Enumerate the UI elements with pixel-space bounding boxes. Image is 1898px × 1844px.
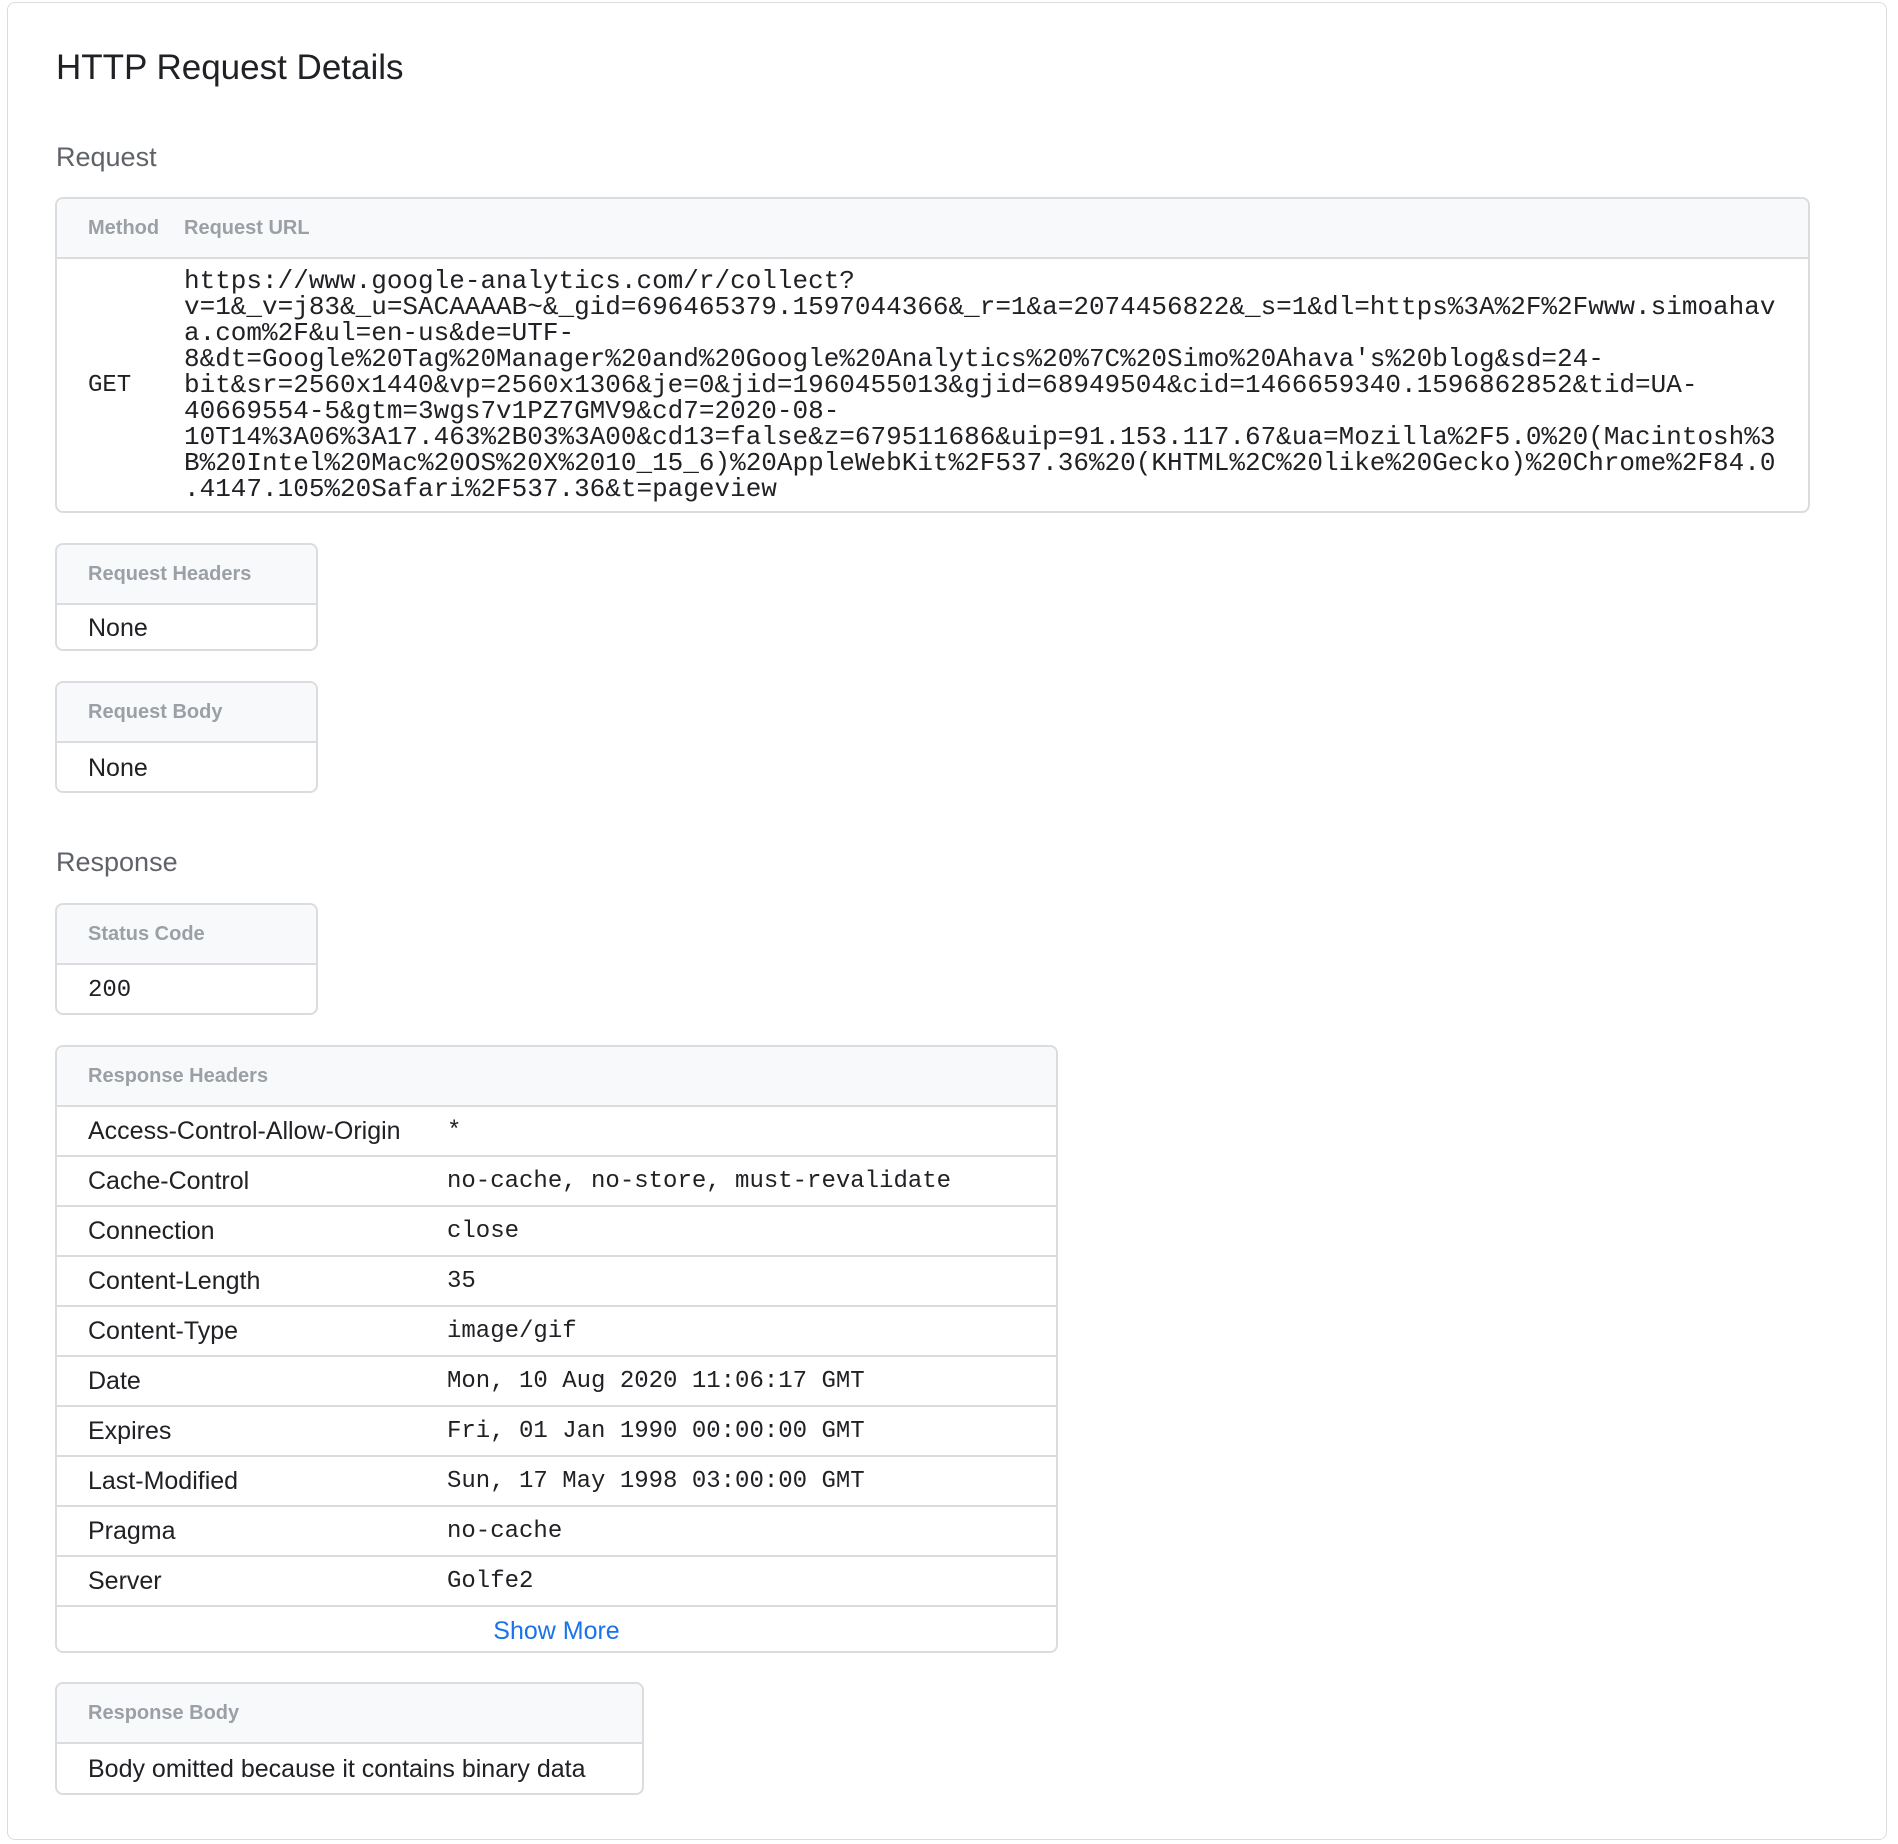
header-value: * <box>447 1117 462 1145</box>
response-headers-label: Response Headers <box>57 1047 1056 1107</box>
response-body-value: Body omitted because it contains binary … <box>88 1755 586 1783</box>
header-value: Fri, 01 Jan 1990 00:00:00 GMT <box>447 1417 865 1445</box>
header-name: Date <box>88 1366 141 1395</box>
header-row: Connection close <box>57 1207 1056 1257</box>
request-section-heading: Request <box>56 142 157 172</box>
status-code-label: Status Code <box>57 905 316 965</box>
header-value: 35 <box>447 1267 476 1295</box>
header-row: Server Golfe2 <box>57 1557 1056 1607</box>
url-header: Request URL <box>184 216 310 239</box>
response-headers-table: Response Headers Access-Control-Allow-Or… <box>55 1045 1058 1653</box>
header-name: Connection <box>88 1216 215 1245</box>
header-name: Cache-Control <box>88 1166 250 1195</box>
header-name: Pragma <box>88 1516 176 1545</box>
status-code-box: Status Code 200 <box>55 903 318 1015</box>
header-value: image/gif <box>447 1317 577 1345</box>
header-row: Content-Type image/gif <box>57 1307 1056 1357</box>
request-headers-box: Request Headers None <box>55 543 318 651</box>
header-value: Golfe2 <box>447 1567 534 1595</box>
header-row: Content-Length 35 <box>57 1257 1056 1307</box>
header-row: Access-Control-Allow-Origin * <box>57 1107 1056 1157</box>
header-value: no-cache, no-store, must-revalidate <box>447 1167 952 1195</box>
response-body-box: Response Body Body omitted because it co… <box>55 1682 644 1795</box>
header-name: Access-Control-Allow-Origin <box>88 1116 401 1145</box>
header-name: Content-Type <box>88 1316 239 1345</box>
response-body-label: Response Body <box>57 1684 642 1744</box>
request-headers-value: None <box>88 613 148 642</box>
header-row: Expires Fri, 01 Jan 1990 00:00:00 GMT <box>57 1407 1056 1457</box>
header-value: Sun, 17 May 1998 03:00:00 GMT <box>447 1467 865 1495</box>
header-name: Content-Length <box>88 1266 261 1295</box>
request-table: Method Request URL GET https://www.googl… <box>55 197 1810 513</box>
request-url: https://www.google-analytics.com/r/colle… <box>184 266 1776 504</box>
header-value: close <box>447 1217 520 1245</box>
header-row: Date Mon, 10 Aug 2020 11:06:17 GMT <box>57 1357 1056 1407</box>
header-name: Last-Modified <box>88 1466 239 1495</box>
status-code-value: 200 <box>88 976 132 1004</box>
request-headers-label: Request Headers <box>57 545 316 605</box>
request-body-value: None <box>88 753 148 782</box>
request-method: GET <box>88 371 132 399</box>
request-body-label: Request Body <box>57 683 316 743</box>
header-row: Cache-Control no-cache, no-store, must-re… <box>57 1157 1056 1207</box>
header-value: Mon, 10 Aug 2020 11:06:17 GMT <box>447 1367 865 1395</box>
header-name: Server <box>88 1566 162 1595</box>
header-value: no-cache <box>447 1517 563 1545</box>
request-body-box: Request Body None <box>55 681 318 793</box>
header-row: Pragma no-cache <box>57 1507 1056 1557</box>
method-header: Method <box>88 216 160 239</box>
header-row: Last-Modified Sun, 17 May 1998 03:00:00 G… <box>57 1457 1056 1507</box>
page-title: HTTP Request Details <box>56 48 404 87</box>
response-section-heading: Response <box>56 847 178 877</box>
show-more-link[interactable]: Show More <box>57 1607 1056 1651</box>
header-name: Expires <box>88 1416 172 1445</box>
